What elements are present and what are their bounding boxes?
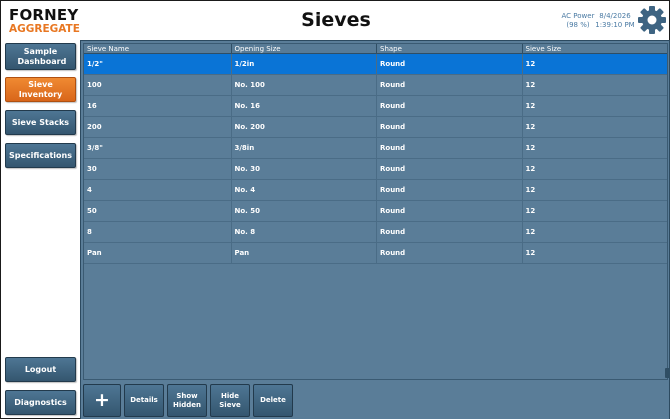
table-cell: 12 (525, 81, 536, 89)
table-cell: 3/8" (84, 138, 232, 158)
header: FORNEY AGGREGATE Sieves AC Power (98 %) … (1, 1, 670, 41)
table-cell: No. 4 (232, 180, 377, 200)
table-cell: Round (377, 96, 523, 116)
date-text: 8/4/2026 (599, 12, 631, 20)
table-cell: No. 50 (232, 201, 377, 221)
table-row[interactable]: 200 No. 200 Round 12 (84, 117, 667, 138)
hide-sieve-button[interactable]: Hide Sieve (210, 384, 250, 417)
show-hidden-button[interactable]: Show Hidden (167, 384, 207, 417)
table-header: Sieve Name Opening Size Shape Sieve Size (84, 44, 667, 54)
table-cell: 50 (84, 201, 232, 221)
datetime-status: 8/4/2026 1:39:10 PM (595, 12, 635, 30)
table-cell: 16 (84, 96, 232, 116)
table-cell: 30 (84, 159, 232, 179)
delete-label: Delete (260, 396, 286, 404)
table-row[interactable]: 50 No. 50 Round 12 (84, 201, 667, 222)
table-cell: Round (377, 138, 523, 158)
sidebar-item-label: Sieve Inventory (18, 79, 63, 99)
table-row[interactable]: 30 No. 30 Round 12 (84, 159, 667, 180)
sidebar-item-label: Sieve Stacks (11, 117, 70, 127)
table-cell: 1/2" (84, 54, 232, 74)
table-row[interactable]: 1/2" 1/2in Round 12 (84, 54, 667, 75)
power-status: AC Power (98 %) (559, 12, 597, 30)
plus-icon: + (94, 389, 110, 411)
table-cell: 12 (525, 123, 536, 131)
show-hidden-label: Show Hidden (173, 391, 202, 409)
action-toolbar: + Details Show Hidden Hide Sieve Delete (83, 384, 293, 418)
table-cell: 12 (525, 249, 536, 257)
column-header[interactable]: Sieve Name (84, 44, 232, 53)
time-text: 1:39:10 PM (595, 21, 635, 29)
diagnostics-label: Diagnostics (14, 397, 67, 407)
logout-label: Logout (24, 364, 57, 374)
table-cell: 12 (525, 207, 536, 215)
column-header[interactable]: Sieve Size (523, 44, 668, 53)
table-row[interactable]: 3/8" 3/8in Round 12 (84, 138, 667, 159)
sidebar-item-label: Sample Dashboard (17, 46, 67, 66)
table-cell: 12 (525, 165, 536, 173)
sidebar-item-sample-dashboard[interactable]: Sample Dashboard (5, 43, 76, 70)
table-cell: 12 (525, 60, 536, 68)
table-cell: 12 (525, 144, 536, 152)
table-cell: 12 (525, 102, 536, 110)
logout-button[interactable]: Logout (5, 357, 76, 382)
table-cell: No. 16 (232, 96, 377, 116)
power-label: AC Power (561, 12, 595, 20)
table-cell: 200 (84, 117, 232, 137)
table-row[interactable]: Pan Pan Round 12 (84, 243, 667, 264)
table-cell: Pan (232, 243, 377, 263)
sidebar-item-specifications[interactable]: Specifications (5, 143, 76, 168)
column-header[interactable]: Shape (377, 44, 523, 53)
table-cell: Round (377, 180, 523, 200)
details-button[interactable]: Details (124, 384, 164, 417)
table-row[interactable]: 4 No. 4 Round 12 (84, 180, 667, 201)
sidebar-item-label: Specifications (9, 150, 72, 160)
hide-sieve-label: Hide Sieve (219, 391, 241, 409)
app-window: FORNEY AGGREGATE Sieves AC Power (98 %) … (0, 0, 670, 419)
table-cell: Round (377, 75, 523, 95)
table-row[interactable]: 16 No. 16 Round 12 (84, 96, 667, 117)
table-cell: No. 200 (232, 117, 377, 137)
table-cell: Round (377, 201, 523, 221)
table-cell: 100 (84, 75, 232, 95)
table-cell: Round (377, 159, 523, 179)
table-cell: 12 (525, 186, 536, 194)
table-cell: Round (377, 54, 523, 74)
table-row[interactable]: 8 No. 8 Round 12 (84, 222, 667, 243)
sidebar-item-sieve-inventory[interactable]: Sieve Inventory (5, 77, 76, 102)
table-cell: No. 8 (232, 222, 377, 242)
gear-icon[interactable] (637, 5, 667, 35)
table-cell: Round (377, 222, 523, 242)
sieve-inventory-panel: Sieve Name Opening Size Shape Sieve Size… (80, 40, 670, 419)
column-header[interactable]: Opening Size (232, 44, 377, 53)
table-cell: No. 30 (232, 159, 377, 179)
table-cell: Pan (84, 243, 232, 263)
table-body: 1/2" 1/2in Round 12 100 No. 100 Round 12 16 No. 1… (84, 54, 667, 264)
power-percent: (98 %) (566, 21, 590, 29)
table-cell: 3/8in (232, 138, 377, 158)
delete-button[interactable]: Delete (253, 384, 293, 417)
add-sieve-button[interactable]: + (83, 384, 121, 417)
table-cell: No. 100 (232, 75, 377, 95)
table-cell: 1/2in (232, 54, 377, 74)
table-cell: Round (377, 117, 523, 137)
sieve-table: Sieve Name Opening Size Shape Sieve Size… (83, 43, 668, 380)
table-cell: 12 (525, 228, 536, 236)
details-label: Details (130, 396, 158, 404)
table-cell: Round (377, 243, 523, 263)
diagnostics-button[interactable]: Diagnostics (5, 390, 76, 415)
sidebar-item-sieve-stacks[interactable]: Sieve Stacks (5, 110, 76, 135)
table-cell: 4 (84, 180, 232, 200)
table-cell: 8 (84, 222, 232, 242)
table-row[interactable]: 100 No. 100 Round 12 (84, 75, 667, 96)
panel-edge-handle[interactable] (665, 368, 670, 378)
